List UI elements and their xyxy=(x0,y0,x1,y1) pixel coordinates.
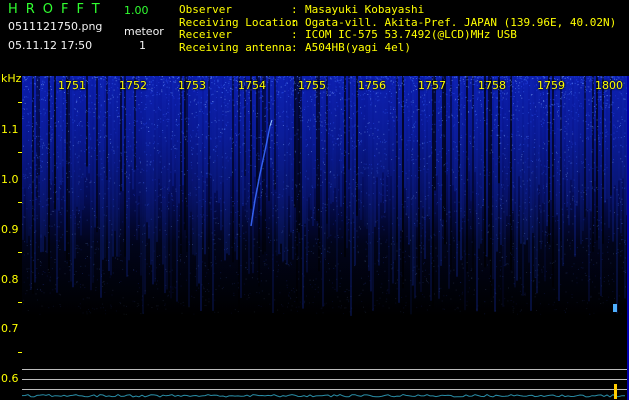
meteor-count: 1 xyxy=(139,39,146,52)
antenna-row: Receiving antenna: A504HB(yagi 4el) xyxy=(179,40,411,54)
antenna-key: Receiving antenna xyxy=(179,40,292,54)
meteor-label: meteor xyxy=(124,25,164,38)
capture-datetime: 05.11.12 17:50 xyxy=(8,39,93,52)
echo-blip xyxy=(613,304,617,312)
station-info: Observer: Masayuki Kobayashi Receiving Lo… xyxy=(179,3,617,54)
location-value: Ogata-vill. Akita-Pref. JAPAN (139.96E, … xyxy=(305,15,617,29)
app-version: 1.00 xyxy=(124,4,149,17)
time-label: 1759 xyxy=(537,79,565,92)
time-label: 1751 xyxy=(58,79,86,92)
app-title: HROFFT xyxy=(8,2,108,17)
observer-value: Masayuki Kobayashi xyxy=(305,3,425,16)
time-label: 1753 xyxy=(178,79,206,92)
antenna-value: A504HB(yagi 4el) xyxy=(305,40,411,54)
time-label: 1754 xyxy=(238,79,266,92)
y-tick-label: 0.6 xyxy=(1,372,19,385)
y-tick-label: 1.1 xyxy=(1,123,19,136)
y-tick-label: 0.8 xyxy=(1,273,19,286)
y-minor-tick xyxy=(18,152,22,153)
header-panel: HROFFT 1.00 0511121750.png meteor 1 05.1… xyxy=(0,0,629,76)
y-minor-tick xyxy=(18,202,22,203)
time-marker xyxy=(614,384,617,399)
reference-line xyxy=(22,379,627,380)
time-label: 1755 xyxy=(298,79,326,92)
time-label: 1758 xyxy=(478,79,506,92)
receiver-value: ICOM IC-575 53.7492(@LCD)MHz USB xyxy=(305,28,517,41)
time-label: 1800 xyxy=(595,79,623,92)
y-tick-label: 0.7 xyxy=(1,322,19,335)
time-label: 1756 xyxy=(358,79,386,92)
time-label: 1757 xyxy=(418,79,446,92)
observer-key: Observer xyxy=(179,3,232,16)
file-name: 0511121750.png xyxy=(8,20,103,33)
y-minor-tick xyxy=(18,102,22,103)
reference-line xyxy=(22,369,627,370)
y-axis-unit: kHz xyxy=(1,72,22,85)
y-minor-tick xyxy=(18,352,22,353)
receiver-key: Receiver xyxy=(179,28,232,41)
time-label: 1752 xyxy=(119,79,147,92)
y-minor-tick xyxy=(18,252,22,253)
y-tick-label: 0.9 xyxy=(1,223,19,236)
y-minor-tick xyxy=(18,302,22,303)
spectrogram xyxy=(22,76,629,400)
frequency-axis: kHz 1.1 1.0 0.9 0.8 0.7 0.6 xyxy=(0,72,22,400)
spectrogram-canvas xyxy=(22,76,629,400)
reference-line xyxy=(22,389,627,390)
y-tick-label: 1.0 xyxy=(1,173,19,186)
